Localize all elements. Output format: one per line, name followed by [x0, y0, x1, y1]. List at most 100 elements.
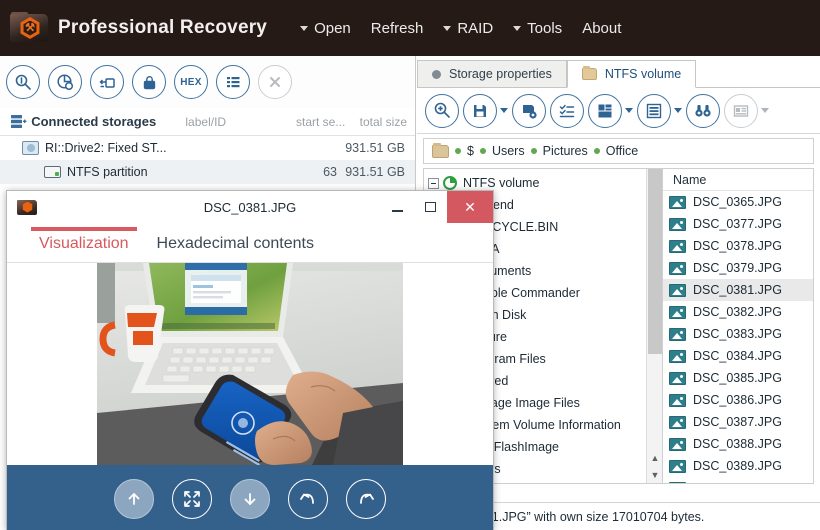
rotate-right-button[interactable]: [346, 479, 386, 519]
image-file-icon: [669, 283, 686, 297]
file-row[interactable]: DSC_0377.JPG: [663, 213, 813, 235]
breadcrumb-item-root[interactable]: $: [467, 144, 474, 158]
app-title: Professional Recovery: [58, 17, 268, 38]
chevron-down-icon[interactable]: [674, 108, 682, 113]
storage-column-headers: Connected storages label/ID start se... …: [0, 108, 415, 136]
storage-row-partition[interactable]: NTFS partition 63 931.51 GB: [0, 160, 415, 184]
file-name: DSC_0365.JPG: [693, 195, 782, 209]
menu-item-refresh[interactable]: Refresh: [362, 14, 433, 43]
volume-tabstrip: Storage properties NTFS volume: [417, 56, 820, 88]
scan-icon[interactable]: [6, 65, 40, 99]
image-file-icon: [669, 415, 686, 429]
fit-to-screen-button[interactable]: [172, 479, 212, 519]
scroll-up-icon[interactable]: ▲: [647, 449, 662, 466]
file-row[interactable]: DSC_0390.JPG: [663, 477, 813, 483]
checklist-icon[interactable]: [550, 93, 584, 128]
menu-label: RAID: [457, 19, 494, 37]
menu-label: Refresh: [370, 19, 424, 37]
scroll-down-icon[interactable]: ▼: [647, 466, 662, 483]
breadcrumb-item-users[interactable]: Users: [492, 144, 525, 158]
file-row[interactable]: DSC_0389.JPG: [663, 455, 813, 477]
image-file-icon: [669, 327, 686, 341]
breadcrumb-item-office[interactable]: Office: [606, 144, 638, 158]
dialog-tabstrip: Visualization Hexadecimal contents: [7, 223, 493, 263]
list-view-icon[interactable]: [637, 93, 671, 128]
menu-item-open[interactable]: Open: [291, 14, 360, 43]
next-image-button[interactable]: [230, 479, 270, 519]
chevron-down-icon[interactable]: [625, 108, 633, 113]
tab-visualization[interactable]: Visualization: [25, 227, 143, 262]
title-bar: ⚒ Professional Recovery Open Refresh RAI…: [0, 0, 820, 56]
app-logo: ⚒: [0, 12, 58, 44]
file-row[interactable]: DSC_0365.JPG: [663, 191, 813, 213]
column-start-sector[interactable]: start se...: [268, 115, 345, 129]
tab-label: NTFS volume: [604, 67, 682, 81]
save-icon[interactable]: [463, 93, 497, 128]
bullet-icon: [455, 148, 461, 154]
menu-label: Tools: [527, 19, 563, 37]
tab-storage-properties[interactable]: Storage properties: [417, 60, 567, 88]
preview-pane-icon[interactable]: [724, 93, 758, 128]
folder-icon: [432, 142, 449, 158]
file-list: Name DSC_0365.JPG DSC_0377.JPG DSC_0378.…: [663, 168, 814, 484]
tree-label: NTFS volume: [463, 176, 540, 190]
previous-image-button[interactable]: [114, 479, 154, 519]
disk-icon: [22, 141, 39, 155]
bullet-icon: [593, 148, 600, 154]
menu-item-tools[interactable]: Tools: [504, 14, 571, 43]
list-icon[interactable]: [216, 65, 250, 99]
partition-icon: [44, 166, 61, 178]
storage-start: 63: [323, 165, 337, 179]
copy-disk-icon[interactable]: [90, 65, 124, 99]
file-list-header[interactable]: Name: [663, 169, 813, 191]
left-toolbar: HEX: [0, 56, 415, 108]
tab-hexadecimal-contents[interactable]: Hexadecimal contents: [143, 231, 328, 262]
collapse-icon[interactable]: [428, 177, 439, 189]
hex-icon[interactable]: HEX: [174, 65, 208, 99]
tab-ntfs-volume[interactable]: NTFS volume: [566, 60, 697, 88]
storage-total: 931.51 GB: [345, 165, 405, 179]
file-name: DSC_0381.JPG: [693, 283, 782, 297]
file-row[interactable]: DSC_0386.JPG: [663, 389, 813, 411]
file-row[interactable]: DSC_0384.JPG: [663, 345, 813, 367]
rotate-left-button[interactable]: [288, 479, 328, 519]
chevron-down-icon[interactable]: [500, 108, 508, 113]
image-file-icon: [669, 481, 686, 483]
menu-label: Open: [314, 19, 351, 37]
file-row[interactable]: DSC_0383.JPG: [663, 323, 813, 345]
file-row[interactable]: DSC_0379.JPG: [663, 257, 813, 279]
tree-scrollbar[interactable]: ▲ ▼: [646, 169, 662, 483]
image-preview-area: [7, 263, 493, 465]
storage-row-drive[interactable]: RI::Drive2: Fixed ST... 931.51 GB: [0, 136, 415, 160]
file-row[interactable]: DSC_0387.JPG: [663, 411, 813, 433]
file-row-selected[interactable]: DSC_0381.JPG: [663, 279, 813, 301]
file-name: DSC_0387.JPG: [693, 415, 782, 429]
chevron-down-icon[interactable]: [761, 108, 769, 113]
close-icon[interactable]: [258, 65, 292, 99]
lock-icon[interactable]: [132, 65, 166, 99]
file-row[interactable]: DSC_0385.JPG: [663, 367, 813, 389]
find-icon[interactable]: [686, 93, 720, 128]
grid-view-icon[interactable]: [588, 93, 622, 128]
scrollbar-thumb[interactable]: [648, 169, 662, 354]
file-name: DSC_0378.JPG: [693, 239, 782, 253]
menu-item-about[interactable]: About: [573, 14, 630, 43]
image-file-icon: [669, 349, 686, 363]
file-row[interactable]: DSC_0382.JPG: [663, 301, 813, 323]
column-total-size[interactable]: total size: [345, 115, 415, 129]
chevron-down-icon: [443, 25, 452, 31]
file-row[interactable]: DSC_0378.JPG: [663, 235, 813, 257]
save-options-icon[interactable]: [512, 93, 546, 128]
column-label-id[interactable]: label/ID: [185, 115, 268, 129]
disk-analysis-icon[interactable]: [48, 65, 82, 99]
application-window: ⚒ Professional Recovery Open Refresh RAI…: [0, 0, 820, 530]
dialog-title: DSC_0381.JPG: [203, 199, 297, 215]
tab-label: Storage properties: [449, 67, 552, 81]
dialog-title-bar[interactable]: DSC_0381.JPG ✕: [7, 191, 493, 223]
menu-label: About: [582, 19, 622, 37]
breadcrumb-item-pictures[interactable]: Pictures: [543, 144, 588, 158]
search-icon[interactable]: [425, 93, 459, 128]
image-file-icon: [669, 371, 686, 385]
menu-item-raid[interactable]: RAID: [434, 14, 502, 43]
file-row[interactable]: DSC_0388.JPG: [663, 433, 813, 455]
